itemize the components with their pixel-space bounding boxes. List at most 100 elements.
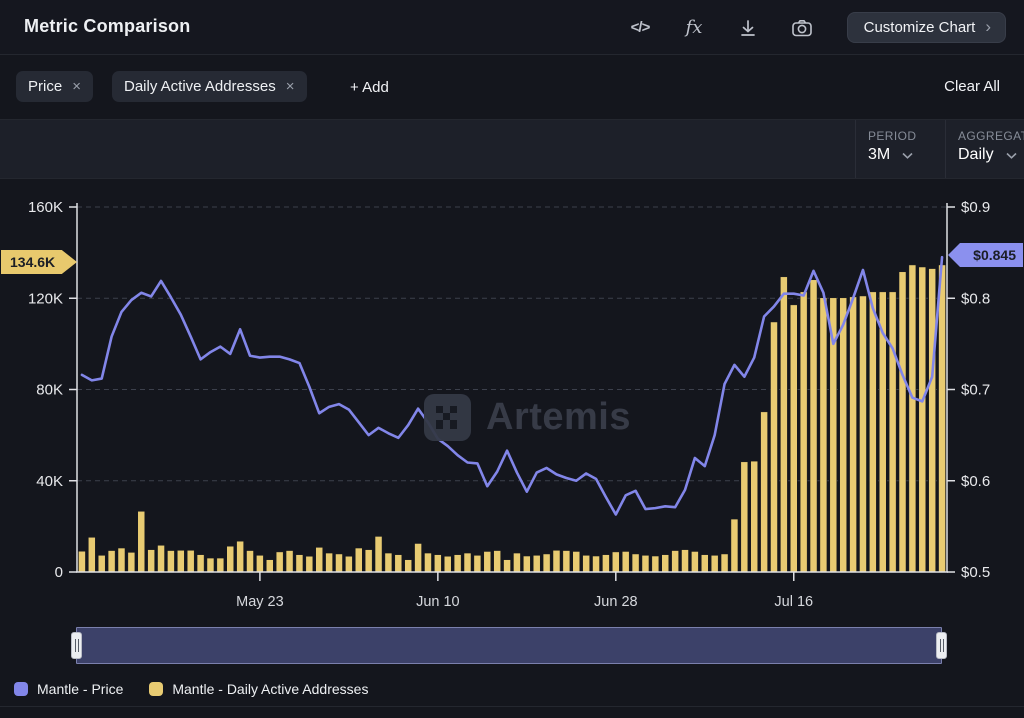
bar [395,555,402,572]
bar [741,462,748,572]
daa-swatch [149,682,163,696]
bar [444,556,451,572]
embed-code-icon[interactable]: </> [628,16,652,40]
chart-legend: Mantle - Price Mantle - Daily Active Add… [14,681,368,697]
legend-daa-label: Mantle - Daily Active Addresses [172,681,368,697]
bar [365,550,372,572]
bar [98,555,105,572]
legend-item-daa[interactable]: Mantle - Daily Active Addresses [149,681,368,697]
bar [780,277,787,572]
left-axis-tick: 160K [28,199,63,216]
clear-all-button[interactable]: Clear All [944,78,1000,95]
bar [632,554,639,572]
x-axis-tick: May 23 [236,594,284,610]
navigator-right-handle[interactable] [936,632,947,659]
customize-chart-button[interactable]: Customize Chart › [847,12,1006,43]
price-line-series [82,257,942,514]
bar [790,305,797,572]
bar [701,555,708,572]
right-axis-tick: $0.5 [961,564,990,581]
bar [316,547,323,572]
bar [662,555,669,572]
bar [167,551,174,572]
bar [682,550,689,572]
bar [296,555,303,572]
left-axis-tick: 0 [55,564,63,581]
bar [869,292,876,572]
bar [573,551,580,572]
bar [424,553,431,572]
add-metric-button[interactable]: + Add [350,79,389,96]
bar [108,551,115,572]
bar [642,555,649,572]
artemis-watermark: Artemis [424,394,631,441]
bar [187,550,194,572]
bar [602,555,609,572]
bar [593,556,600,572]
left-axis-tick: 40K [36,473,63,490]
camera-icon[interactable] [790,16,814,40]
bar [652,556,659,572]
download-icon[interactable] [736,16,760,40]
left-axis-tick: 120K [28,290,63,307]
bar [276,552,283,572]
bar [721,554,728,572]
bar [513,553,520,572]
metric-comparison-chart: 160K$0.9120K$0.880K$0.740K$0.60$0.5May 2… [0,0,1024,718]
aggregate-control: AGGREGATE Daily [945,120,1024,178]
bar [711,555,718,572]
bar [484,551,491,572]
bar [306,556,313,572]
bar [128,552,135,572]
bar [335,554,342,572]
right-axis-tick: $0.9 [961,199,990,216]
bar [909,265,916,572]
bar [929,269,936,572]
right-axis-tick: $0.8 [961,290,990,307]
x-axis-tick: Jun 10 [416,594,460,610]
bar [691,551,698,572]
header-actions: </> fx [628,0,814,55]
aggregate-dropdown[interactable]: Daily [958,146,1024,164]
bar [266,560,273,572]
bar [207,558,214,572]
chip-price[interactable]: Price × [16,71,93,102]
bar [158,545,165,572]
current-value-tag-price: $0.845 [948,243,1023,267]
chart-controls-bar: PERIOD 3M AGGREGATE Daily [0,119,1024,179]
chip-daily-active-addresses[interactable]: Daily Active Addresses × [112,71,307,102]
period-label: PERIOD [868,129,945,143]
bar [494,551,501,572]
bar [770,322,777,572]
x-axis-tick: Jul 16 [774,594,813,610]
bar [820,298,827,572]
bar [543,554,550,572]
bar [405,560,412,572]
navigator-left-handle[interactable] [71,632,82,659]
bar [227,546,234,572]
bar [326,553,333,572]
artemis-logo-icon [424,394,471,441]
bar [533,555,540,572]
bar [850,297,857,572]
bar [345,556,352,572]
bar [672,551,679,572]
bar [919,267,926,572]
bar [148,550,155,572]
period-dropdown[interactable]: 3M [868,146,945,164]
bar [859,296,866,572]
formula-icon[interactable]: fx [682,16,706,40]
left-axis-tick: 80K [36,382,63,399]
x-axis-tick: Jun 28 [594,594,638,610]
bar [751,461,758,572]
bar [761,412,768,572]
close-icon[interactable]: × [286,78,295,95]
legend-item-price[interactable]: Mantle - Price [14,681,123,697]
watermark-text: Artemis [486,396,631,439]
bar [622,551,629,572]
navigator-selection[interactable] [76,627,942,664]
bar [840,298,847,572]
bar [899,272,906,572]
bar [256,555,263,572]
close-icon[interactable]: × [72,78,81,95]
